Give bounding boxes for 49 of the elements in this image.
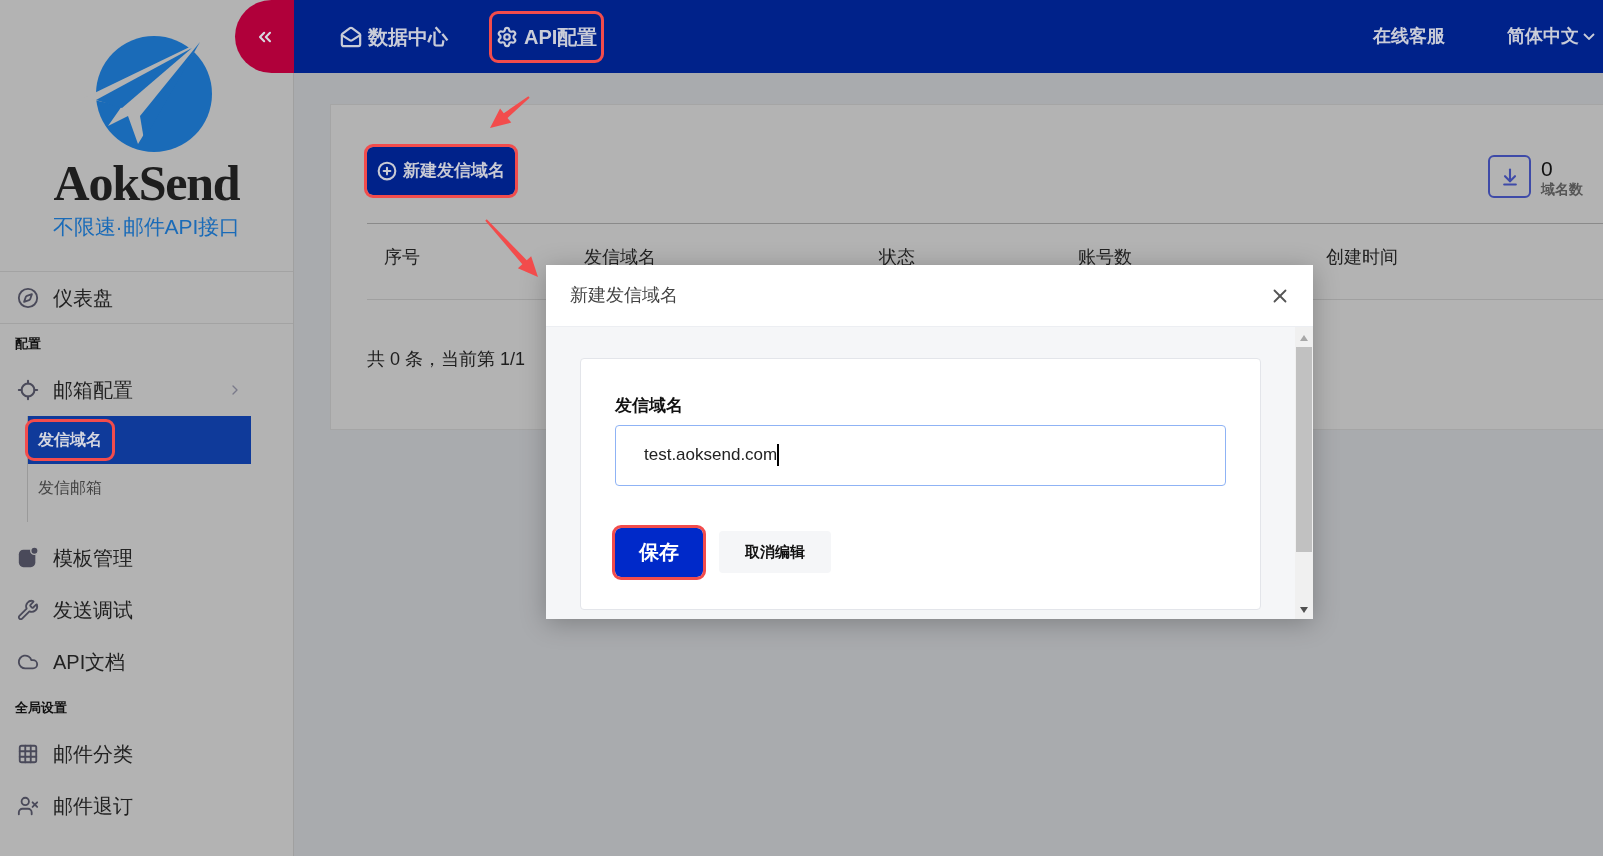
sidebar-item[interactable]: API文档 bbox=[0, 636, 293, 688]
annotation-arrow bbox=[490, 96, 530, 128]
domain-input-field[interactable]: test.aoksend.com bbox=[615, 424, 1226, 486]
plus-icon bbox=[377, 160, 397, 181]
column-header: 序号 bbox=[383, 246, 421, 269]
sidebar-item[interactable]: 邮件退订 bbox=[0, 780, 293, 832]
submenu-item[interactable]: 发信域名 bbox=[28, 416, 251, 464]
column-header: 状态 bbox=[878, 246, 916, 269]
column-header: 发信域名 bbox=[583, 246, 657, 269]
domain-count-icon bbox=[1488, 155, 1531, 198]
scroll-up-icon[interactable] bbox=[1300, 335, 1308, 341]
text-cursor bbox=[777, 444, 780, 466]
sidebar-heading: 配置 bbox=[14, 335, 42, 354]
sidebar-heading: 全局设置 bbox=[14, 699, 68, 718]
field-label: 发信域名 bbox=[615, 395, 684, 417]
dialog-title: 新建发信域名 bbox=[570, 284, 678, 307]
crosshair-icon bbox=[17, 379, 39, 401]
domain-count-label: 域名数 bbox=[1541, 181, 1583, 196]
submenu-label: 发信邮箱 bbox=[37, 478, 103, 498]
menu-icon bbox=[17, 547, 39, 569]
menu-icon bbox=[17, 286, 39, 309]
nav-tab[interactable]: 数据中心 bbox=[336, 13, 452, 60]
sidebar-item[interactable]: 邮箱配置 bbox=[0, 364, 293, 416]
menu-icon bbox=[17, 795, 39, 817]
scroll-down-icon[interactable] bbox=[1300, 607, 1308, 613]
domain-count: 0 bbox=[1541, 157, 1554, 179]
brand-slogan: 不限速·邮件API接口 bbox=[52, 216, 241, 237]
menu-icon bbox=[17, 599, 39, 621]
settings-icon bbox=[496, 25, 518, 48]
save-button[interactable]: 保存 bbox=[615, 527, 703, 577]
brand-name: AokSend bbox=[53, 158, 240, 208]
language-selector[interactable]: 简体中文 bbox=[1507, 23, 1595, 50]
sidebar-item[interactable]: 邮件分类 bbox=[0, 728, 293, 780]
pagination-info: 共 0 条，当前第 1/1 bbox=[367, 348, 527, 371]
envelope-icon bbox=[340, 25, 362, 48]
annotation-arrow bbox=[485, 219, 538, 277]
sidebar-item[interactable]: 模板管理 bbox=[0, 532, 293, 584]
caret-icon bbox=[1583, 33, 1595, 40]
submenu-item[interactable]: 发信邮箱 bbox=[28, 464, 251, 512]
nav-tab[interactable]: API配置 bbox=[492, 13, 602, 60]
menu-icon bbox=[17, 743, 39, 765]
column-header: 创建时间 bbox=[1325, 246, 1399, 269]
sidebar-item[interactable]: 发送调试 bbox=[0, 584, 293, 636]
cancel-edit-button[interactable]: 取消编辑 bbox=[719, 531, 831, 573]
submenu-label: 发信域名 bbox=[28, 422, 112, 458]
header-link[interactable]: 在线客服 bbox=[1373, 23, 1445, 50]
column-header: 账号数 bbox=[1077, 246, 1133, 269]
new-domain-button[interactable]: 新建发信域名 bbox=[367, 146, 515, 195]
scrollbar-thumb[interactable] bbox=[1296, 347, 1312, 552]
